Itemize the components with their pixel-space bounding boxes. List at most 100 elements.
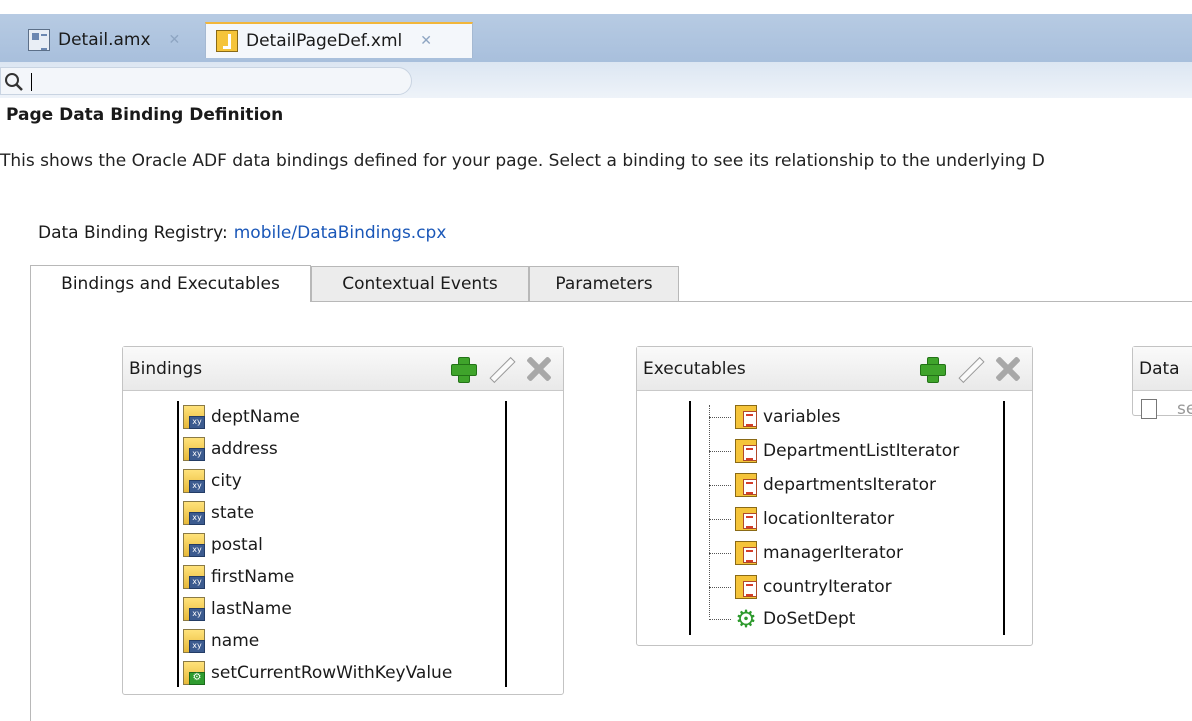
delete-icon[interactable] — [994, 355, 1022, 383]
document-icon — [1141, 399, 1157, 419]
gear-icon: ⚙ — [735, 605, 757, 633]
tab-detailpagedef-xml[interactable]: DetailPageDef.xml ✕ — [205, 22, 473, 58]
tree-border — [689, 401, 691, 635]
attribute-binding-icon — [183, 565, 205, 589]
delete-icon[interactable] — [525, 355, 553, 383]
edit-icon[interactable] — [487, 355, 515, 383]
binding-deptname[interactable]: deptName — [183, 401, 300, 433]
attribute-binding-icon — [183, 405, 205, 429]
executable-label: DepartmentListIterator — [763, 441, 960, 461]
executables-panel: Executables variables DepartmentListIter… — [636, 346, 1033, 646]
tab-divider — [679, 301, 1192, 302]
bindings-panel: Bindings deptName address city state pos… — [122, 346, 564, 695]
binding-label: city — [211, 471, 242, 491]
search-input[interactable] — [0, 67, 412, 95]
binding-label: lastName — [211, 599, 292, 619]
data-panel: Data se — [1132, 346, 1192, 419]
page-description: This shows the Oracle ADF data bindings … — [0, 151, 1045, 171]
executable-label: countryIterator — [763, 577, 892, 597]
iterator-icon — [735, 439, 757, 463]
close-icon[interactable]: ✕ — [420, 33, 432, 49]
executable-departmentsiterator[interactable]: departmentsIterator — [735, 469, 936, 501]
binding-postal[interactable]: postal — [183, 529, 263, 561]
iterator-icon — [735, 507, 757, 531]
registry-row: Data Binding Registry: mobile/DataBinding… — [38, 223, 446, 243]
tab-label: Detail.amx — [58, 30, 151, 50]
editor-tab-bar: Detail.amx ✕ DetailPageDef.xml ✕ — [0, 14, 1192, 62]
iterator-icon — [735, 473, 757, 497]
xml-file-icon — [216, 30, 238, 52]
iterator-icon — [735, 405, 757, 429]
tree-connector — [709, 587, 731, 588]
binding-label: firstName — [211, 567, 295, 587]
executable-label: locationIterator — [763, 509, 895, 529]
binding-state[interactable]: state — [183, 497, 254, 529]
bindings-tree: deptName address city state postal first… — [123, 391, 563, 691]
binding-label: state — [211, 503, 255, 523]
panel-title: Executables — [643, 358, 746, 379]
executables-tree: variables DepartmentListIterator departm… — [637, 391, 1032, 641]
attribute-binding-icon — [183, 437, 205, 461]
executable-locationiterator[interactable]: locationIterator — [735, 503, 894, 535]
executable-dosetdept[interactable]: ⚙ DoSetDept — [735, 603, 855, 635]
binding-city[interactable]: city — [183, 465, 242, 497]
binding-label: address — [211, 439, 278, 459]
tab-bindings-and-executables[interactable]: Bindings and Executables — [30, 265, 311, 302]
tree-border — [1003, 401, 1005, 635]
panel-title: Bindings — [129, 358, 203, 379]
registry-label: Data Binding Registry: — [38, 223, 228, 243]
add-icon[interactable] — [449, 355, 477, 383]
binding-address[interactable]: address — [183, 433, 278, 465]
search-icon — [5, 73, 23, 91]
tree-connector — [709, 405, 710, 617]
close-icon[interactable]: ✕ — [169, 32, 181, 48]
action-binding-icon — [183, 661, 205, 685]
tab-contextual-events[interactable]: Contextual Events — [311, 266, 529, 302]
executable-label: variables — [763, 407, 841, 427]
registry-link[interactable]: mobile/DataBindings.cpx — [234, 223, 447, 243]
tab-parameters[interactable]: Parameters — [529, 266, 679, 302]
amx-file-icon — [28, 29, 50, 51]
executables-actions — [918, 355, 1022, 383]
attribute-binding-icon — [183, 597, 205, 621]
binding-label: postal — [211, 535, 263, 555]
data-panel-item[interactable]: se — [1177, 399, 1192, 419]
binding-label: deptName — [211, 407, 300, 427]
binding-label: setCurrentRowWithKeyValue — [211, 663, 453, 683]
executable-countryiterator[interactable]: countryIterator — [735, 571, 892, 603]
binding-setcurrentrowwithkeyvalue[interactable]: setCurrentRowWithKeyValue — [183, 657, 452, 689]
tree-connector — [709, 553, 731, 554]
executable-departmentlistiterator[interactable]: DepartmentListIterator — [735, 435, 959, 467]
attribute-binding-icon — [183, 533, 205, 557]
tree-connector — [709, 519, 731, 520]
binding-label: name — [211, 631, 260, 651]
edit-icon[interactable] — [956, 355, 984, 383]
executable-label: departmentsIterator — [763, 475, 937, 495]
binding-lastname[interactable]: lastName — [183, 593, 292, 625]
bindings-panel-header: Bindings — [123, 347, 563, 391]
add-icon[interactable] — [918, 355, 946, 383]
iterator-icon — [735, 575, 757, 599]
content-frame-border — [30, 301, 31, 721]
executable-label: DoSetDept — [763, 609, 856, 629]
text-caret — [31, 73, 32, 91]
executables-panel-header: Executables — [637, 347, 1032, 391]
attribute-binding-icon — [183, 629, 205, 653]
tree-connector — [709, 485, 731, 486]
page-title: Page Data Binding Definition — [6, 105, 284, 125]
binding-firstname[interactable]: firstName — [183, 561, 294, 593]
binding-name[interactable]: name — [183, 625, 259, 657]
tree-connector — [709, 451, 731, 452]
executable-variables[interactable]: variables — [735, 401, 840, 433]
tab-detail-amx[interactable]: Detail.amx ✕ — [6, 22, 200, 58]
tree-border — [505, 401, 507, 687]
tree-connector — [709, 417, 731, 418]
attribute-binding-icon — [183, 469, 205, 493]
tree-border — [177, 401, 179, 687]
data-panel-header: Data — [1133, 347, 1192, 391]
attribute-binding-icon — [183, 501, 205, 525]
bindings-actions — [449, 355, 553, 383]
title-strip — [0, 0, 1192, 14]
executable-manageriterator[interactable]: managerIterator — [735, 537, 903, 569]
tree-connector — [709, 619, 731, 620]
